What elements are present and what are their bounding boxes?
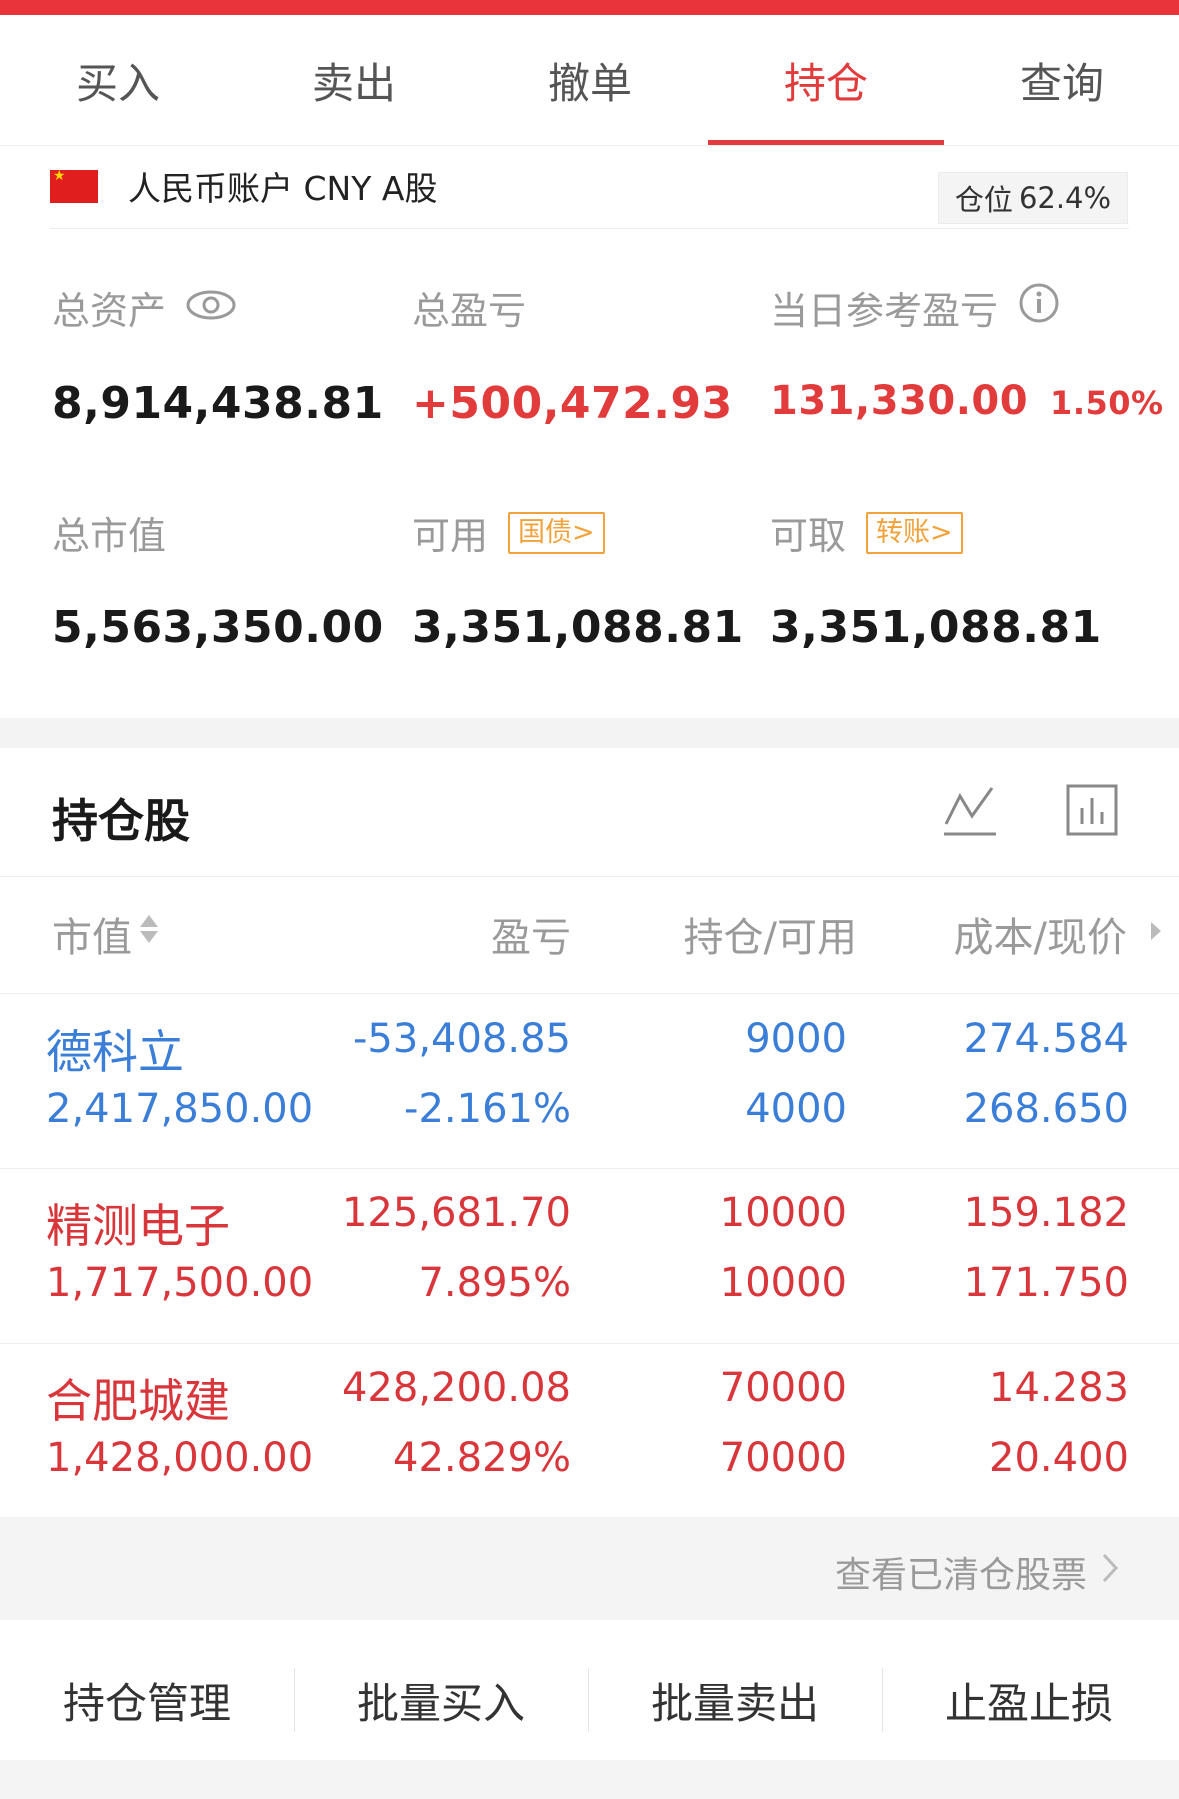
table-row[interactable]: 精测电子 1,717,500.00 125,681.70 7.895% 1000… (0, 1168, 1179, 1342)
stock-market-value: 1,428,000.00 (46, 1435, 314, 1481)
manage-positions-button[interactable]: 持仓管理 (0, 1640, 294, 1760)
stock-price: 171.750 (963, 1260, 1129, 1306)
stock-market-value: 2,417,850.00 (46, 1086, 314, 1132)
withdrawable-value: 3,351,088.81 (770, 602, 1102, 653)
column-pl[interactable]: 盈亏 (491, 905, 571, 963)
available-label-group: 可用 国债> (412, 505, 605, 560)
cleared-stocks-label: 查看已清仓股票 (834, 1555, 1087, 1596)
chevron-right-icon (1101, 1552, 1119, 1593)
daily-pl-label-group: 当日参考盈亏 (770, 280, 1060, 335)
stock-position: 10000 (719, 1190, 847, 1236)
market-value-value: 5,563,350.00 (52, 602, 384, 653)
total-assets-label: 总资产 (52, 289, 167, 333)
withdrawable-label-group: 可取 转账> (770, 505, 963, 560)
stock-price: 268.650 (963, 1086, 1129, 1132)
eye-icon[interactable] (186, 286, 236, 330)
total-assets-label-group: 总资产 (52, 280, 236, 335)
stock-pl-percent: 42.829% (393, 1435, 571, 1481)
bottom-strip (0, 1760, 1179, 1799)
transfer-button[interactable]: 转账> (866, 511, 963, 554)
available-label: 可用 (412, 514, 489, 558)
section-divider (0, 718, 1179, 748)
stock-available: 4000 (745, 1086, 847, 1132)
divider (50, 228, 1129, 229)
stock-pl: -53,408.85 (352, 1016, 571, 1062)
divider (0, 876, 1179, 877)
daily-pl-label: 当日参考盈亏 (770, 289, 999, 333)
column-cost-price[interactable]: 成本/现价 (954, 905, 1127, 963)
stock-pl-percent: 7.895% (418, 1260, 571, 1306)
column-market-value[interactable]: 市值 (52, 905, 160, 963)
stock-name: 合肥城建 (46, 1374, 230, 1428)
stock-cost: 14.283 (989, 1365, 1129, 1411)
take-profit-stop-loss-button[interactable]: 止盈止损 (882, 1640, 1176, 1760)
table-row[interactable]: 合肥城建 1,428,000.00 428,200.08 42.829% 700… (0, 1343, 1179, 1517)
table-row[interactable]: 德科立 2,417,850.00 -53,408.85 -2.161% 9000… (0, 994, 1179, 1168)
stock-name: 德科立 (46, 1025, 184, 1079)
position-ratio-badge: 仓位 62.4% (938, 172, 1128, 224)
column-position-available[interactable]: 持仓/可用 (684, 905, 857, 963)
stock-available: 70000 (719, 1435, 847, 1481)
holdings-title: 持仓股 (52, 794, 190, 848)
line-chart-icon[interactable] (940, 780, 1000, 844)
stock-position: 70000 (719, 1365, 847, 1411)
withdrawable-label: 可取 (770, 514, 847, 558)
stock-pl: 428,200.08 (341, 1365, 571, 1411)
stock-pl: 125,681.70 (341, 1190, 571, 1236)
position-ratio-value: 62.4% (1018, 181, 1112, 215)
stock-price: 20.400 (989, 1435, 1129, 1481)
stock-position: 9000 (745, 1016, 847, 1062)
trade-tabs: 买入 卖出 撤单 持仓 查询 (0, 15, 1179, 146)
stock-market-value: 1,717,500.00 (46, 1260, 314, 1306)
total-pl-value: +500,472.93 (412, 378, 733, 429)
available-value: 3,351,088.81 (412, 602, 744, 653)
tab-query[interactable]: 查询 (944, 15, 1179, 145)
total-pl-label: 总盈亏 (412, 289, 527, 333)
info-icon[interactable] (1018, 282, 1060, 333)
stock-pl-percent: -2.161% (404, 1086, 571, 1132)
treasury-bond-button[interactable]: 国债> (508, 511, 605, 554)
status-accent-bar (0, 0, 1179, 15)
bar-chart-icon[interactable] (1062, 780, 1122, 844)
china-flag-icon (50, 168, 98, 203)
tab-positions[interactable]: 持仓 (708, 15, 944, 145)
cleared-stocks-link[interactable]: 查看已清仓股票 (835, 1546, 1119, 1598)
tab-cancel[interactable]: 撤单 (472, 15, 708, 145)
stock-cost: 159.182 (963, 1190, 1129, 1236)
bottom-action-bar: 持仓管理 批量买入 批量卖出 止盈止损 (0, 1640, 1179, 1760)
market-value-label: 总市值 (52, 514, 167, 558)
batch-buy-button[interactable]: 批量买入 (294, 1640, 588, 1760)
account-name: 人民币账户 CNY A股 (128, 169, 438, 208)
position-ratio-label: 仓位 (954, 183, 1013, 217)
daily-pl-group: 131,330.00 1.50% (770, 378, 1164, 424)
daily-pl-value: 131,330.00 (770, 378, 1029, 424)
tab-sell[interactable]: 卖出 (236, 15, 472, 145)
stock-available: 10000 (719, 1260, 847, 1306)
daily-pl-percent: 1.50% (1050, 384, 1164, 422)
scroll-right-icon[interactable] (1149, 920, 1163, 946)
stock-cost: 274.584 (963, 1016, 1129, 1062)
stock-name: 精测电子 (46, 1199, 230, 1253)
total-assets-value: 8,914,438.81 (52, 378, 384, 429)
column-market-value-label: 市值 (52, 915, 132, 961)
tab-buy[interactable]: 买入 (0, 15, 236, 145)
batch-sell-button[interactable]: 批量卖出 (588, 1640, 882, 1760)
sort-icon (138, 909, 160, 959)
